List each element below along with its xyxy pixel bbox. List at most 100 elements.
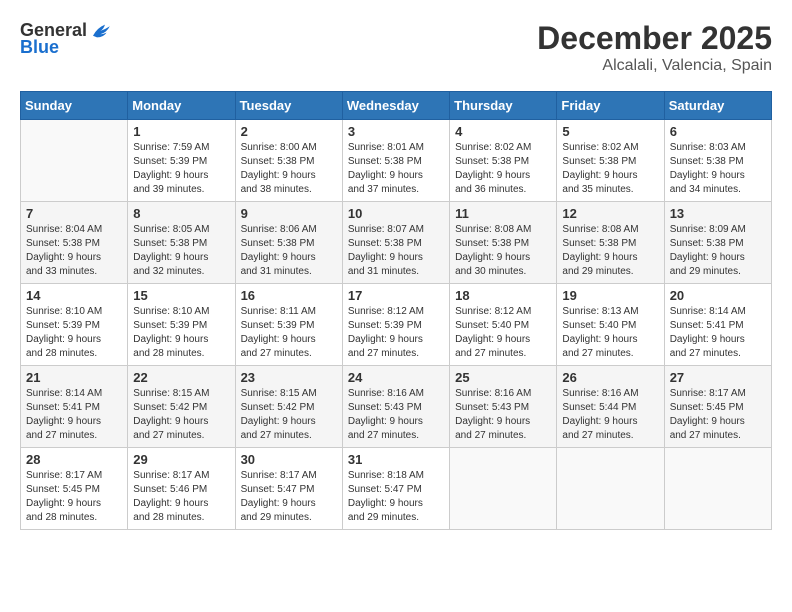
weekday-header-friday: Friday [557,92,664,120]
calendar-day-25: 25 Sunrise: 8:16 AM Sunset: 5:43 PM Dayli… [450,366,557,448]
calendar-day-29: 29 Sunrise: 8:17 AM Sunset: 5:46 PM Dayli… [128,448,235,530]
day-number: 29 [133,452,229,467]
day-number: 25 [455,370,551,385]
day-info: Sunrise: 8:14 AM Sunset: 5:41 PM Dayligh… [670,305,766,361]
day-info: Sunrise: 8:13 AM Sunset: 5:40 PM Dayligh… [562,305,658,361]
weekday-header-saturday: Saturday [664,92,771,120]
day-number: 16 [241,288,337,303]
calendar-day-24: 24 Sunrise: 8:16 AM Sunset: 5:43 PM Dayli… [342,366,449,448]
day-info: Sunrise: 8:00 AM Sunset: 5:38 PM Dayligh… [241,141,337,197]
day-info: Sunrise: 8:10 AM Sunset: 5:39 PM Dayligh… [26,305,122,361]
day-number: 15 [133,288,229,303]
calendar-day-5: 5 Sunrise: 8:02 AM Sunset: 5:38 PM Daylig… [557,120,664,202]
day-number: 4 [455,124,551,139]
calendar-table: SundayMondayTuesdayWednesdayThursdayFrid… [20,91,772,530]
day-info: Sunrise: 8:18 AM Sunset: 5:47 PM Dayligh… [348,469,444,525]
day-info: Sunrise: 8:15 AM Sunset: 5:42 PM Dayligh… [241,387,337,443]
weekday-header-tuesday: Tuesday [235,92,342,120]
day-number: 2 [241,124,337,139]
day-number: 24 [348,370,444,385]
calendar-day-empty [450,448,557,530]
page-header: General Blue December 2025 Alcalali, Val… [20,20,772,75]
calendar-day-15: 15 Sunrise: 8:10 AM Sunset: 5:39 PM Dayli… [128,284,235,366]
calendar-day-21: 21 Sunrise: 8:14 AM Sunset: 5:41 PM Dayli… [21,366,128,448]
calendar-day-4: 4 Sunrise: 8:02 AM Sunset: 5:38 PM Daylig… [450,120,557,202]
day-number: 22 [133,370,229,385]
logo-blue: Blue [20,37,59,58]
day-info: Sunrise: 8:03 AM Sunset: 5:38 PM Dayligh… [670,141,766,197]
day-info: Sunrise: 8:04 AM Sunset: 5:38 PM Dayligh… [26,223,122,279]
day-info: Sunrise: 8:17 AM Sunset: 5:45 PM Dayligh… [26,469,122,525]
day-number: 11 [455,206,551,221]
calendar-day-13: 13 Sunrise: 8:09 AM Sunset: 5:38 PM Dayli… [664,202,771,284]
calendar-day-23: 23 Sunrise: 8:15 AM Sunset: 5:42 PM Dayli… [235,366,342,448]
day-number: 12 [562,206,658,221]
calendar-day-12: 12 Sunrise: 8:08 AM Sunset: 5:38 PM Dayli… [557,202,664,284]
calendar-day-18: 18 Sunrise: 8:12 AM Sunset: 5:40 PM Dayli… [450,284,557,366]
calendar-day-11: 11 Sunrise: 8:08 AM Sunset: 5:38 PM Dayli… [450,202,557,284]
day-number: 5 [562,124,658,139]
day-number: 10 [348,206,444,221]
logo-bird-icon [89,21,113,41]
day-info: Sunrise: 8:02 AM Sunset: 5:38 PM Dayligh… [455,141,551,197]
day-number: 9 [241,206,337,221]
day-number: 17 [348,288,444,303]
calendar-day-14: 14Sunrise: 8:10 AM Sunset: 5:39 PM Dayli… [21,284,128,366]
day-number: 1 [133,124,229,139]
day-info: Sunrise: 8:16 AM Sunset: 5:43 PM Dayligh… [348,387,444,443]
calendar-day-8: 8Sunrise: 8:05 AM Sunset: 5:38 PM Daylig… [128,202,235,284]
calendar-day-6: 6 Sunrise: 8:03 AM Sunset: 5:38 PM Daylig… [664,120,771,202]
calendar-day-20: 20 Sunrise: 8:14 AM Sunset: 5:41 PM Dayli… [664,284,771,366]
day-number: 23 [241,370,337,385]
day-info: Sunrise: 8:02 AM Sunset: 5:38 PM Dayligh… [562,141,658,197]
calendar-week-4: 21 Sunrise: 8:14 AM Sunset: 5:41 PM Dayli… [21,366,772,448]
title-block: December 2025 Alcalali, Valencia, Spain [537,20,772,75]
day-info: Sunrise: 8:14 AM Sunset: 5:41 PM Dayligh… [26,387,122,443]
day-info: Sunrise: 8:10 AM Sunset: 5:39 PM Dayligh… [133,305,229,361]
day-number: 18 [455,288,551,303]
calendar-day-27: 27Sunrise: 8:17 AM Sunset: 5:45 PM Dayli… [664,366,771,448]
calendar-day-17: 17Sunrise: 8:12 AM Sunset: 5:39 PM Dayli… [342,284,449,366]
day-number: 26 [562,370,658,385]
day-info: Sunrise: 8:17 AM Sunset: 5:45 PM Dayligh… [670,387,766,443]
day-number: 20 [670,288,766,303]
calendar-week-2: 7Sunrise: 8:04 AM Sunset: 5:38 PM Daylig… [21,202,772,284]
calendar-day-empty [21,120,128,202]
day-info: Sunrise: 8:09 AM Sunset: 5:38 PM Dayligh… [670,223,766,279]
calendar-day-26: 26Sunrise: 8:16 AM Sunset: 5:44 PM Dayli… [557,366,664,448]
day-info: Sunrise: 8:07 AM Sunset: 5:38 PM Dayligh… [348,223,444,279]
calendar-day-22: 22 Sunrise: 8:15 AM Sunset: 5:42 PM Dayli… [128,366,235,448]
day-info: Sunrise: 8:16 AM Sunset: 5:43 PM Dayligh… [455,387,551,443]
location-title: Alcalali, Valencia, Spain [537,57,772,75]
calendar-day-empty [557,448,664,530]
day-info: Sunrise: 8:17 AM Sunset: 5:46 PM Dayligh… [133,469,229,525]
day-number: 21 [26,370,122,385]
calendar-day-16: 16Sunrise: 8:11 AM Sunset: 5:39 PM Dayli… [235,284,342,366]
day-info: Sunrise: 7:59 AM Sunset: 5:39 PM Dayligh… [133,141,229,197]
calendar-day-9: 9 Sunrise: 8:06 AM Sunset: 5:38 PM Daylig… [235,202,342,284]
day-number: 31 [348,452,444,467]
day-info: Sunrise: 8:06 AM Sunset: 5:38 PM Dayligh… [241,223,337,279]
day-info: Sunrise: 8:01 AM Sunset: 5:38 PM Dayligh… [348,141,444,197]
day-info: Sunrise: 8:17 AM Sunset: 5:47 PM Dayligh… [241,469,337,525]
calendar-day-30: 30Sunrise: 8:17 AM Sunset: 5:47 PM Dayli… [235,448,342,530]
logo: General Blue [20,20,113,58]
day-info: Sunrise: 8:12 AM Sunset: 5:40 PM Dayligh… [455,305,551,361]
day-info: Sunrise: 8:08 AM Sunset: 5:38 PM Dayligh… [562,223,658,279]
weekday-header-monday: Monday [128,92,235,120]
day-number: 28 [26,452,122,467]
day-number: 19 [562,288,658,303]
day-number: 3 [348,124,444,139]
weekday-header-wednesday: Wednesday [342,92,449,120]
calendar-day-19: 19 Sunrise: 8:13 AM Sunset: 5:40 PM Dayli… [557,284,664,366]
weekday-header-row: SundayMondayTuesdayWednesdayThursdayFrid… [21,92,772,120]
day-number: 13 [670,206,766,221]
day-number: 6 [670,124,766,139]
calendar-day-empty [664,448,771,530]
day-info: Sunrise: 8:08 AM Sunset: 5:38 PM Dayligh… [455,223,551,279]
day-info: Sunrise: 8:15 AM Sunset: 5:42 PM Dayligh… [133,387,229,443]
weekday-header-thursday: Thursday [450,92,557,120]
calendar-day-7: 7Sunrise: 8:04 AM Sunset: 5:38 PM Daylig… [21,202,128,284]
weekday-header-sunday: Sunday [21,92,128,120]
calendar-day-3: 3 Sunrise: 8:01 AM Sunset: 5:38 PM Daylig… [342,120,449,202]
